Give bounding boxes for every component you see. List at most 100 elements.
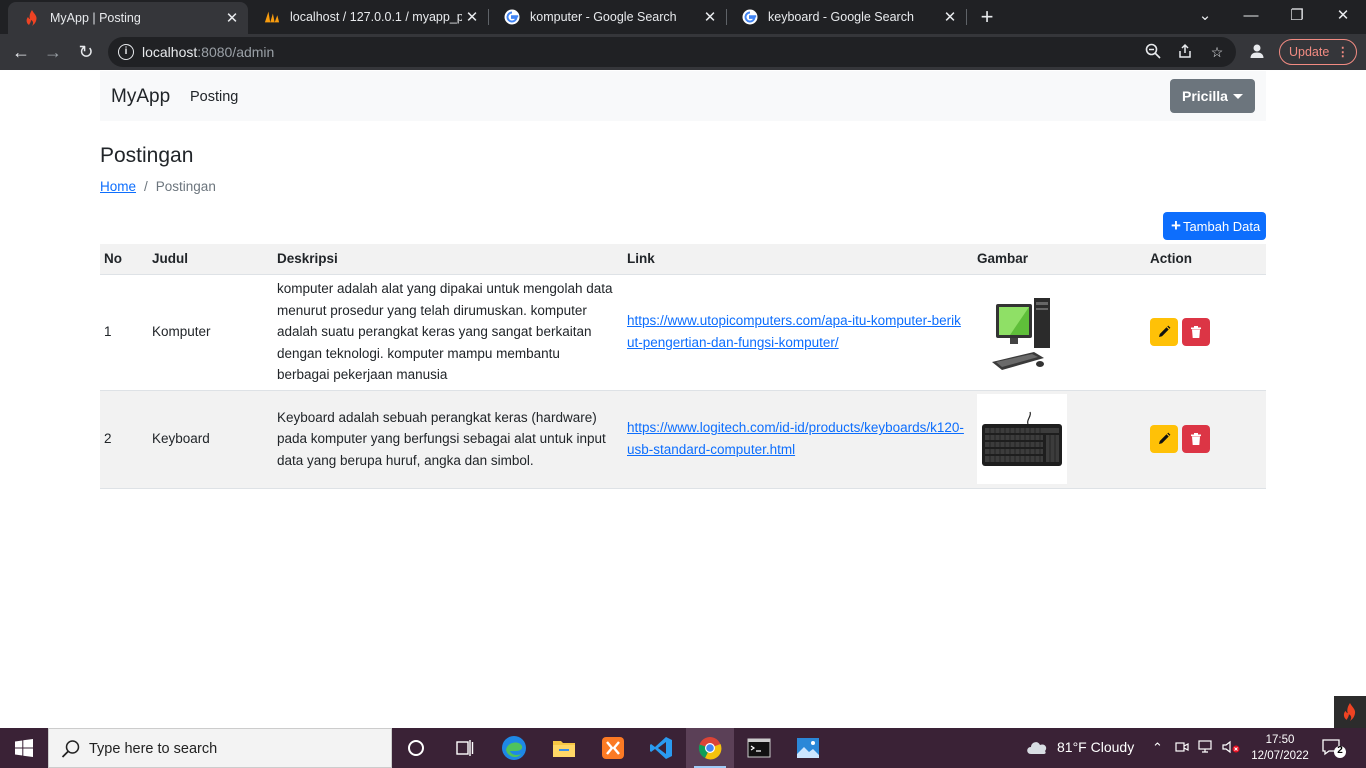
edit-button[interactable] xyxy=(1150,425,1178,453)
add-data-label: Tambah Data xyxy=(1182,219,1261,234)
tab-myapp-posting[interactable]: MyApp | Posting ✕ xyxy=(8,2,248,34)
tab-google-keyboard[interactable]: keyboard - Google Search ✕ xyxy=(726,0,966,34)
weather-text: 81°F Cloudy xyxy=(1057,739,1135,755)
taskbar-search-input[interactable]: Type here to search xyxy=(48,728,392,768)
app-navbar: MyApp Posting Pricilla xyxy=(100,71,1266,121)
cortana-icon[interactable] xyxy=(392,728,440,768)
close-tab-icon[interactable]: ✕ xyxy=(222,9,242,27)
close-tab-icon[interactable]: ✕ xyxy=(462,8,482,26)
breadcrumb-separator: / xyxy=(144,179,148,194)
share-icon[interactable] xyxy=(1176,43,1194,61)
user-name: Pricilla xyxy=(1182,88,1228,104)
task-view-icon[interactable] xyxy=(440,728,488,768)
breadcrumb: Home / Postingan xyxy=(100,179,216,194)
tab-phpmyadmin[interactable]: localhost / 127.0.0.1 / myapp_pri ✕ xyxy=(248,0,488,34)
pencil-icon xyxy=(1159,325,1171,337)
url-text: localhost:8080/admin xyxy=(142,44,274,60)
breadcrumb-home-link[interactable]: Home xyxy=(100,179,136,194)
meet-now-icon[interactable] xyxy=(1175,740,1189,757)
volume-muted-icon[interactable] xyxy=(1222,740,1240,757)
bookmark-star-icon[interactable]: ☆ xyxy=(1208,43,1226,61)
search-icon xyxy=(61,740,80,758)
photos-icon[interactable] xyxy=(784,728,832,768)
system-clock[interactable]: 17:50 12/07/2022 xyxy=(1248,732,1312,764)
delete-button[interactable] xyxy=(1182,425,1210,453)
codeigniter-debug-toolbar-icon[interactable] xyxy=(1334,696,1366,728)
row-actions xyxy=(1150,425,1266,453)
reload-icon[interactable]: ↻ xyxy=(73,39,99,65)
column-header-action: Action xyxy=(1146,244,1266,275)
windows-taskbar: Type here to search 81°F Cloudy ⌃ 17:50 xyxy=(0,728,1366,768)
minimize-button[interactable]: — xyxy=(1228,0,1274,34)
phpmyadmin-icon xyxy=(264,9,280,25)
post-link[interactable]: https://www.logitech.com/id-id/products/… xyxy=(627,420,964,457)
forward-icon[interactable]: → xyxy=(40,39,66,65)
google-icon xyxy=(504,9,520,25)
close-window-button[interactable]: ✕ xyxy=(1320,0,1366,34)
new-tab-button[interactable]: + xyxy=(976,4,998,30)
codeigniter-icon xyxy=(24,10,40,26)
column-header-judul: Judul xyxy=(148,244,273,275)
file-explorer-icon[interactable] xyxy=(540,728,588,768)
notification-count: 2 xyxy=(1337,745,1343,756)
caret-down-icon xyxy=(1233,94,1243,99)
terminal-icon[interactable] xyxy=(735,728,783,768)
vscode-icon[interactable] xyxy=(637,728,685,768)
notification-center-icon[interactable]: 2 xyxy=(1322,738,1346,758)
tab-title: localhost / 127.0.0.1 / myapp_pri xyxy=(290,10,462,24)
tab-search-icon[interactable]: ⌄ xyxy=(1182,0,1228,34)
taskbar-search-placeholder: Type here to search xyxy=(89,741,218,757)
cloud-icon xyxy=(1027,742,1047,754)
page-title: Postingan xyxy=(100,144,194,167)
user-dropdown-button[interactable]: Pricilla xyxy=(1170,79,1255,113)
more-menu-icon[interactable]: ⋮ xyxy=(1337,40,1349,64)
chrome-icon[interactable] xyxy=(686,728,734,768)
trash-icon xyxy=(1191,326,1201,338)
profile-icon[interactable] xyxy=(1249,43,1267,61)
tab-title: keyboard - Google Search xyxy=(768,10,914,24)
update-button[interactable]: Update ⋮ xyxy=(1279,39,1357,65)
keyboard-image xyxy=(977,394,1067,484)
cell-judul: Keyboard xyxy=(148,390,273,489)
delete-button[interactable] xyxy=(1182,318,1210,346)
clock-time: 17:50 xyxy=(1265,734,1295,746)
address-bar[interactable]: i localhost:8080/admin ☆ xyxy=(108,37,1236,67)
nav-link-posting[interactable]: Posting xyxy=(190,89,238,105)
post-link[interactable]: https://www.utopicomputers.com/apa-itu-k… xyxy=(627,313,961,350)
cell-deskripsi: komputer adalah alat yang dipakai untuk … xyxy=(273,274,623,391)
edge-icon[interactable] xyxy=(490,728,538,768)
table-row: 2 Keyboard Keyboard adalah sebuah perang… xyxy=(100,390,1266,489)
restore-button[interactable]: ❐ xyxy=(1274,0,1320,34)
column-header-link: Link xyxy=(623,244,973,275)
edit-button[interactable] xyxy=(1150,318,1178,346)
browser-tab-strip: MyApp | Posting ✕ localhost / 127.0.0.1 … xyxy=(0,0,1366,34)
cell-no: 1 xyxy=(100,274,148,391)
browser-toolbar: ← → ↻ i localhost:8080/admin ☆ Update ⋮ xyxy=(0,34,1366,70)
add-data-button[interactable]: + Tambah Data xyxy=(1163,212,1266,240)
google-icon xyxy=(742,9,758,25)
update-label: Update xyxy=(1289,45,1330,59)
tab-title: komputer - Google Search xyxy=(530,10,677,24)
cell-no: 2 xyxy=(100,390,148,489)
back-icon[interactable]: ← xyxy=(8,39,34,65)
navbar-brand[interactable]: MyApp xyxy=(111,86,170,108)
weather-widget[interactable]: 81°F Cloudy xyxy=(1025,739,1134,755)
zoom-icon[interactable] xyxy=(1144,43,1162,61)
windows-start-icon[interactable] xyxy=(0,728,48,768)
trash-icon xyxy=(1191,433,1201,445)
computer-image xyxy=(977,287,1067,377)
close-tab-icon[interactable]: ✕ xyxy=(700,8,720,26)
xampp-icon[interactable] xyxy=(589,728,637,768)
posts-table: No Judul Deskripsi Link Gambar Action 1 … xyxy=(100,244,1266,489)
column-header-gambar: Gambar xyxy=(973,244,1146,275)
show-hidden-icons-chevron-icon[interactable]: ⌃ xyxy=(1152,740,1163,756)
row-actions xyxy=(1150,318,1266,346)
tab-title: MyApp | Posting xyxy=(50,11,141,25)
site-info-icon[interactable]: i xyxy=(118,44,134,60)
column-header-no: No xyxy=(100,244,148,275)
close-tab-icon[interactable]: ✕ xyxy=(940,8,960,26)
tab-google-komputer[interactable]: komputer - Google Search ✕ xyxy=(488,0,726,34)
column-header-deskripsi: Deskripsi xyxy=(273,244,623,275)
network-icon[interactable] xyxy=(1198,740,1214,757)
tab-divider xyxy=(966,9,967,25)
